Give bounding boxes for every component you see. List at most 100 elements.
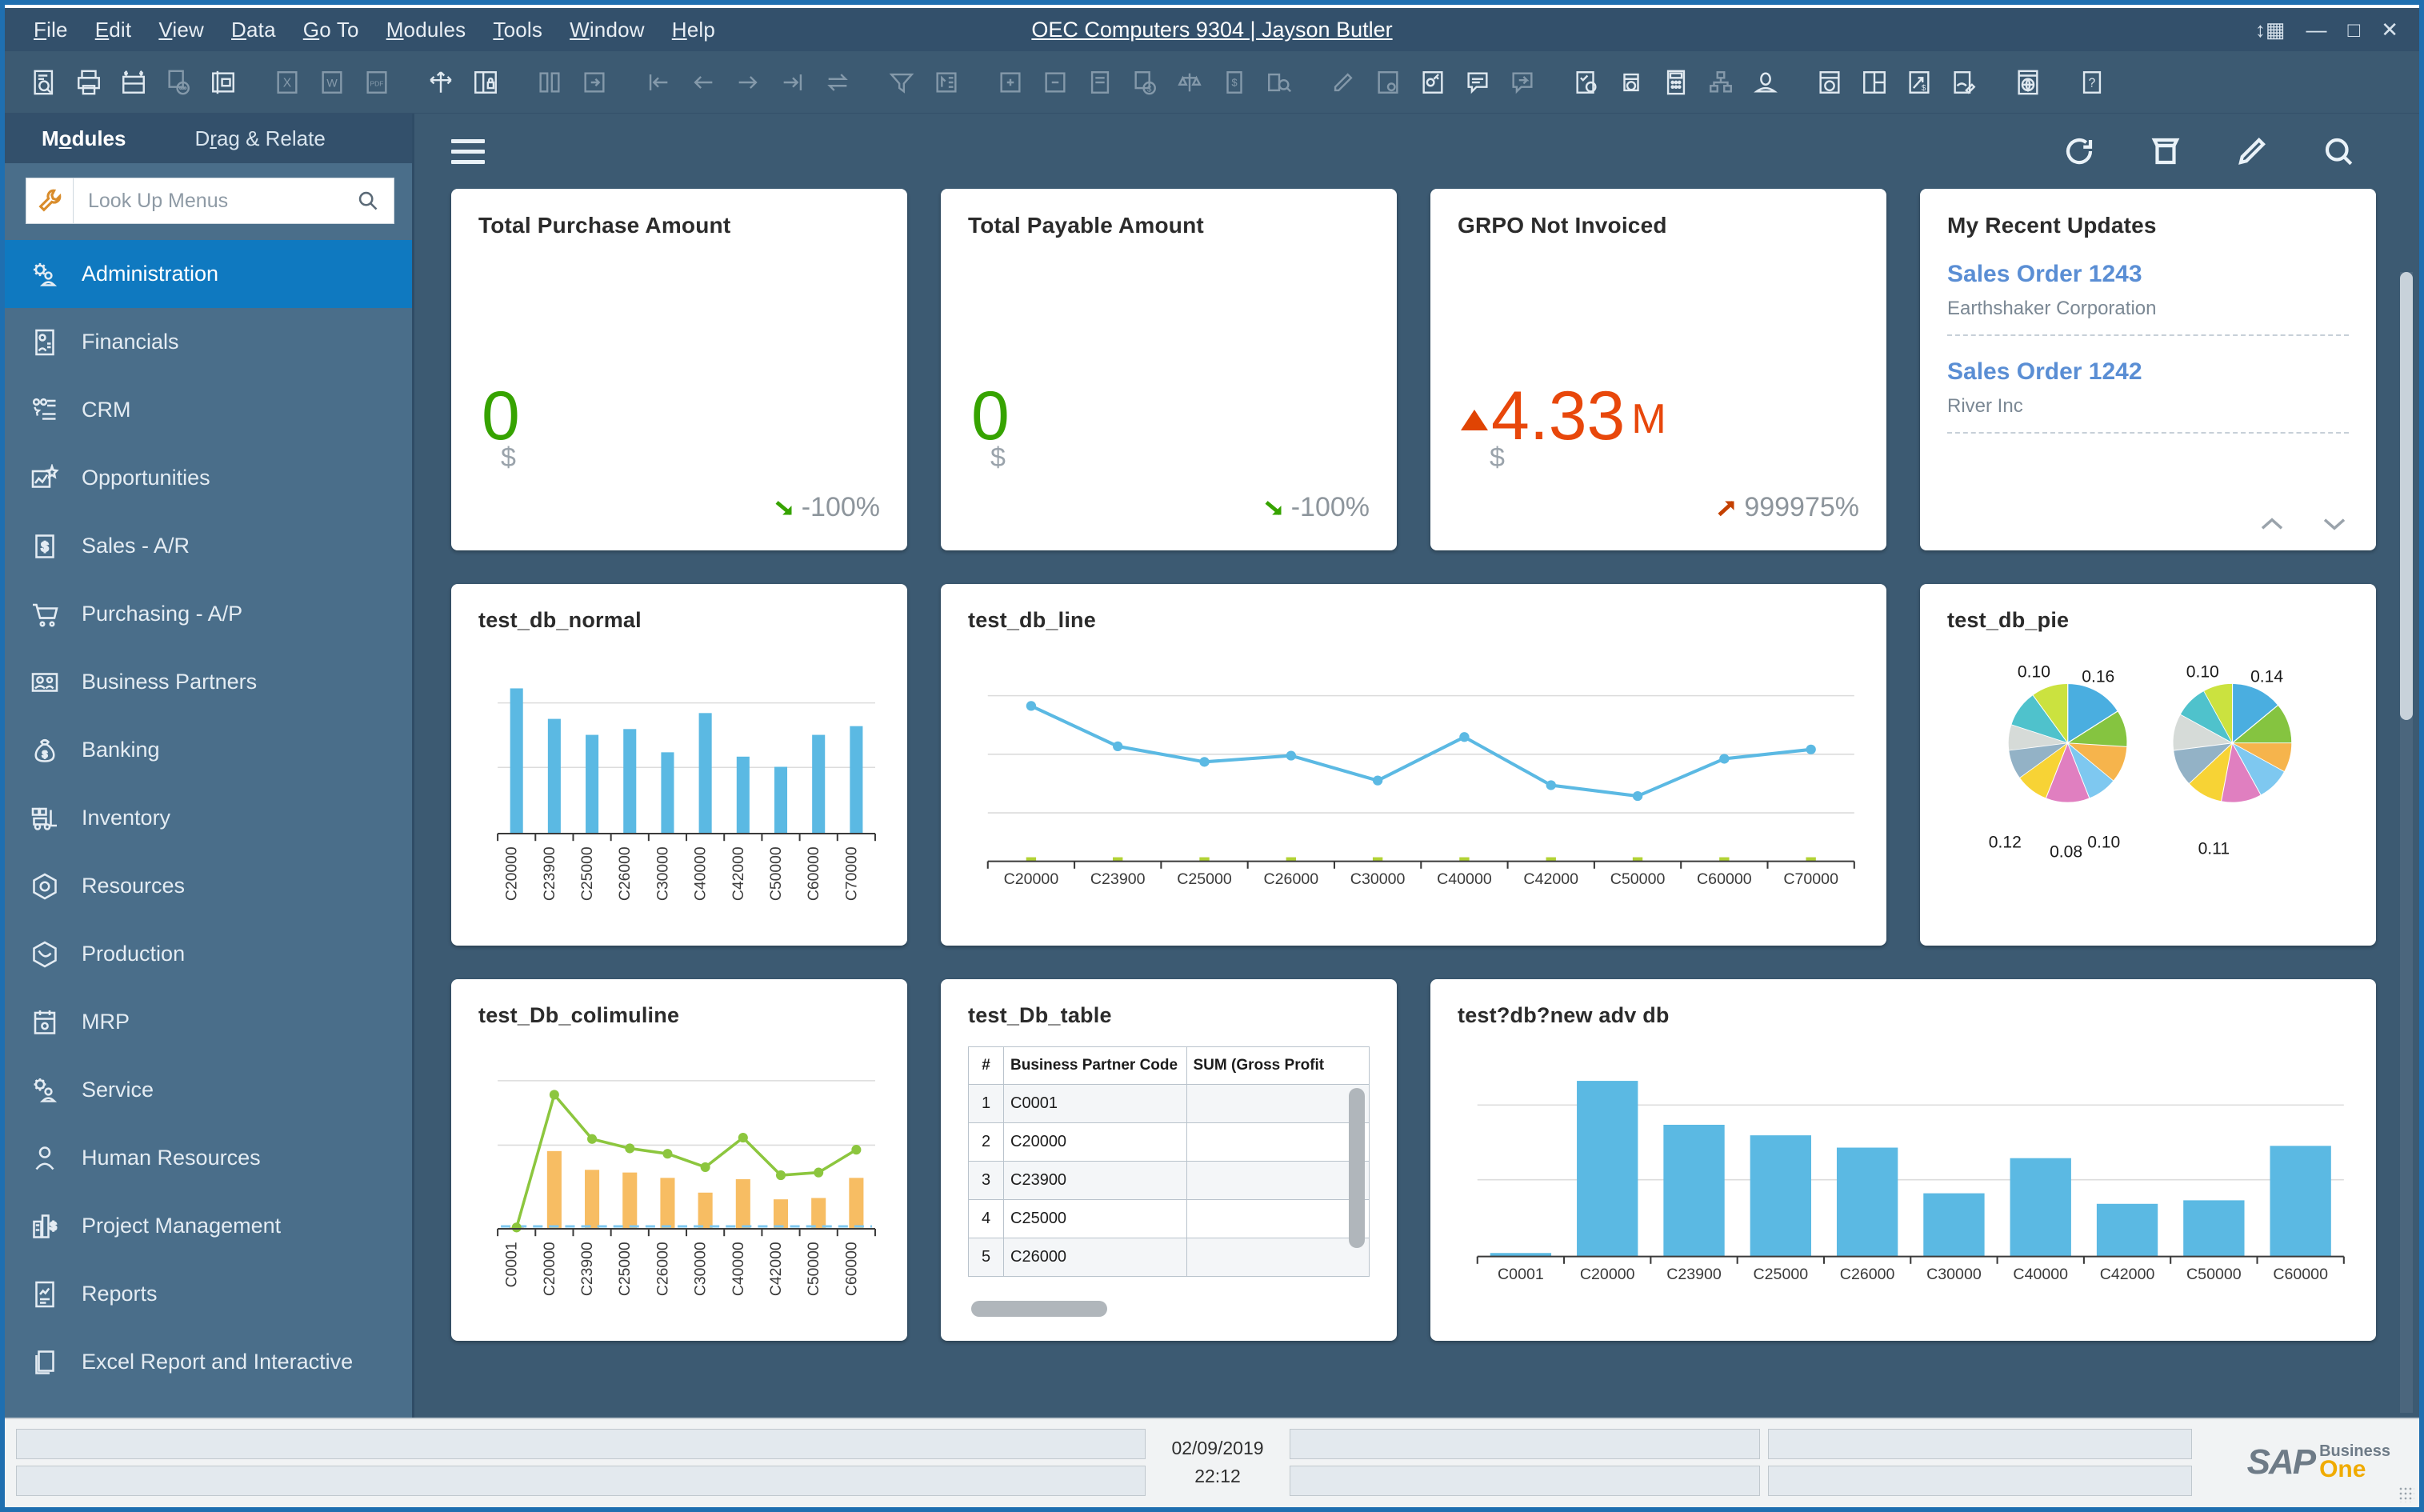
print-preview-icon[interactable] [115,64,152,101]
next-record-icon[interactable] [730,64,766,101]
recent-updates-card[interactable]: My Recent Updates Sales Order 1243 Earth… [1920,189,2376,550]
sidebar-item-excel-report[interactable]: Excel Report and Interactive [5,1328,412,1396]
tab-drag-relate[interactable]: Drag & Relate [194,126,325,151]
calculator-icon[interactable] [1658,64,1694,101]
sidebar-item-mrp[interactable]: MRP [5,988,412,1056]
sidebar-item-project-management[interactable]: $ Project Management [5,1192,412,1260]
document-journal-icon[interactable] [1082,64,1118,101]
refresh-icon[interactable] [2062,134,2096,168]
edit-pencil-icon[interactable] [2235,134,2269,168]
table-vertical-scrollbar[interactable] [1349,1088,1365,1248]
menu-file[interactable]: File [34,18,68,42]
column-header[interactable]: Business Partner Code [1003,1046,1187,1085]
maximize-icon[interactable]: □ [2347,19,2360,40]
settings-doc-icon[interactable] [1370,64,1406,101]
menu-tools[interactable]: Tools [493,18,542,42]
kpi-card-total-payable-amount[interactable]: Total Payable Amount 0 $ -100% [941,189,1397,550]
alert-icon[interactable] [1613,64,1650,101]
chevron-up-icon[interactable] [2259,515,2285,533]
message-icon[interactable] [1459,64,1496,101]
first-record-icon[interactable] [640,64,677,101]
chart-card-test-db-line[interactable]: test_db_line C20000 C23900 C25000 C26000 C30… [941,584,1886,946]
status-field[interactable] [16,1429,1146,1459]
payment-icon[interactable]: $ [1126,64,1163,101]
link-modules-icon[interactable] [531,64,568,101]
sidebar-item-crm[interactable]: CRM [5,376,412,444]
sidebar-item-financials[interactable]: Financials [5,308,412,376]
status-field[interactable] [1290,1466,1760,1496]
filter-icon[interactable] [883,64,920,101]
reply-message-icon[interactable] [1504,64,1541,101]
table-row[interactable]: 1 C0001 [968,1084,1370,1123]
table-row[interactable]: 5 C26000 [968,1238,1370,1277]
sort-icon[interactable] [928,64,965,101]
status-field[interactable] [16,1466,1146,1496]
status-field[interactable] [1768,1429,2192,1459]
sidebar-item-purchasing-ap[interactable]: Purchasing - A/P [5,580,412,648]
chart-card-test-db-normal[interactable]: test_db_normal C20000 C23900 C25000 C26000 C… [451,584,907,946]
query-icon[interactable] [1261,64,1298,101]
sidebar-item-production[interactable]: Production [5,920,412,988]
sidebar-item-resources[interactable]: Resources [5,852,412,920]
recent-update-link[interactable]: Sales Order 1242 [1947,358,2349,386]
menu-goto[interactable]: Go To [303,18,359,42]
print-icon[interactable] [70,64,107,101]
find-document-icon[interactable] [26,64,62,101]
minimize-icon[interactable]: — [2306,19,2326,40]
menu-help[interactable]: Help [672,18,715,42]
search-icon[interactable] [2322,134,2355,168]
table-row[interactable]: 3 C23900 [968,1161,1370,1200]
status-field[interactable] [1290,1429,1760,1459]
document-globe-icon[interactable] [1811,64,1848,101]
resize-grip[interactable] [2398,1486,2414,1502]
sidebar-item-inventory[interactable]: Inventory [5,784,412,852]
menu-modules[interactable]: Modules [386,18,466,42]
list-item[interactable]: Sales Order 1242 River Inc [1947,358,2349,434]
edit-icon[interactable] [1325,64,1362,101]
print-comment-icon[interactable] [160,64,197,101]
balance-icon[interactable] [1171,64,1208,101]
close-icon[interactable]: ✕ [2381,19,2398,40]
signature-icon[interactable] [1946,64,1982,101]
menu-view[interactable]: View [158,18,204,42]
sidebar-item-business-partners[interactable]: Business Partners [5,648,412,716]
layout-tiles-icon[interactable] [1856,64,1893,101]
sidebar-item-human-resources[interactable]: Human Resources [5,1124,412,1192]
table-horizontal-scrollbar[interactable] [971,1301,1107,1317]
previous-record-icon[interactable] [685,64,722,101]
web-icon[interactable] [2010,64,2046,101]
table-row[interactable]: 4 C25000 [968,1199,1370,1238]
export-word-icon[interactable]: W [314,64,350,101]
menu-edit[interactable]: Edit [95,18,132,42]
sidebar-item-opportunities[interactable]: Opportunities [5,444,412,512]
chart-card-test-db-new-adv-db[interactable]: test?db?new adv db C0001 C20000 C23900 C250… [1430,979,2376,1341]
move-icon[interactable] [422,64,459,101]
list-item[interactable]: Sales Order 1243 Earthshaker Corporation [1947,261,2349,336]
layout-designer-icon[interactable] [205,64,242,101]
dashboard-vertical-scrollbar[interactable] [2400,272,2413,1413]
tab-modules[interactable]: Modules [42,126,126,151]
sidebar-item-sales-ar[interactable]: $ Sales - A/R [5,512,412,580]
export-excel-icon[interactable]: X [269,64,306,101]
chart-card-test-db-colimuline[interactable]: test_Db_colimuline C0001 C20000 C23900 C250… [451,979,907,1341]
sidebar-item-reports[interactable]: Reports [5,1260,412,1328]
help-icon[interactable]: ? [2074,64,2110,101]
resize-icon[interactable]: ↕▦ [2255,19,2286,40]
table-card-test-db-table[interactable]: test_Db_table # Business Partner Code SU… [941,979,1397,1341]
approval-icon[interactable] [1568,64,1605,101]
sidebar-item-service[interactable]: Service [5,1056,412,1124]
sidebar-item-banking[interactable]: $ Banking [5,716,412,784]
remove-row-icon[interactable] [1037,64,1074,101]
lock-screen-icon[interactable] [467,64,504,101]
user-icon[interactable] [1747,64,1784,101]
form-settings-icon[interactable] [1414,64,1451,101]
chevron-down-icon[interactable] [2322,515,2347,533]
add-row-icon[interactable] [992,64,1029,101]
recent-update-link[interactable]: Sales Order 1243 [1947,261,2349,288]
kpi-card-total-purchase-amount[interactable]: Total Purchase Amount 0 $ -100% [451,189,907,550]
bank-icon[interactable]: $ [1216,64,1253,101]
kpi-card-grpo-not-invoiced[interactable]: GRPO Not Invoiced 4.33 M $ 999975% [1430,189,1886,550]
sidebar-item-administration[interactable]: Administration [5,240,412,308]
column-header[interactable]: # [968,1046,1004,1085]
status-field[interactable] [1768,1466,2192,1496]
